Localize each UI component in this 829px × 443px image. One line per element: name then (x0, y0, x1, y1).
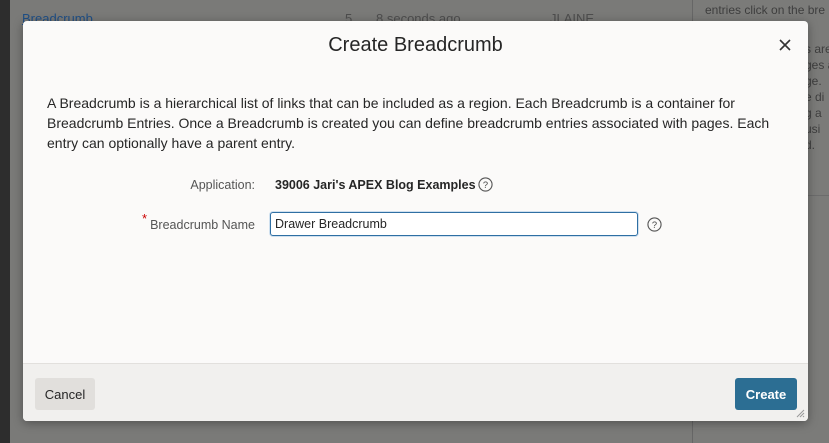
background-side-fragment: s are (805, 42, 829, 56)
background-table-row: Breadcrumb 5 8 seconds ago JLAINE (10, 0, 692, 26)
create-button[interactable]: Create (735, 378, 797, 410)
svg-text:?: ? (652, 220, 657, 230)
application-value: 39006 Jari's APEX Blog Examples (275, 178, 476, 192)
create-breadcrumb-dialog: Create Breadcrumb A Breadcrumb is a hier… (23, 21, 808, 421)
background-side-fragment: ges a (805, 58, 829, 72)
help-icon[interactable]: ? (478, 177, 493, 192)
dialog-title: Create Breadcrumb (328, 34, 503, 56)
dialog-description: A Breadcrumb is a hierarchical list of l… (47, 95, 770, 151)
help-icon[interactable]: ? (647, 217, 662, 232)
application-label: Application: (190, 178, 255, 192)
close-icon (779, 39, 791, 51)
close-button[interactable] (774, 34, 796, 56)
background-side-text: entries click on the bre (705, 3, 826, 17)
breadcrumb-name-label: Breadcrumb Name (150, 218, 255, 232)
breadcrumb-name-input[interactable] (270, 212, 638, 236)
left-edge-strip (0, 0, 10, 443)
resize-grip-icon[interactable] (795, 408, 805, 418)
svg-text:?: ? (483, 180, 488, 190)
dialog-footer: Cancel Create (23, 363, 808, 421)
cancel-button[interactable]: Cancel (35, 378, 95, 410)
